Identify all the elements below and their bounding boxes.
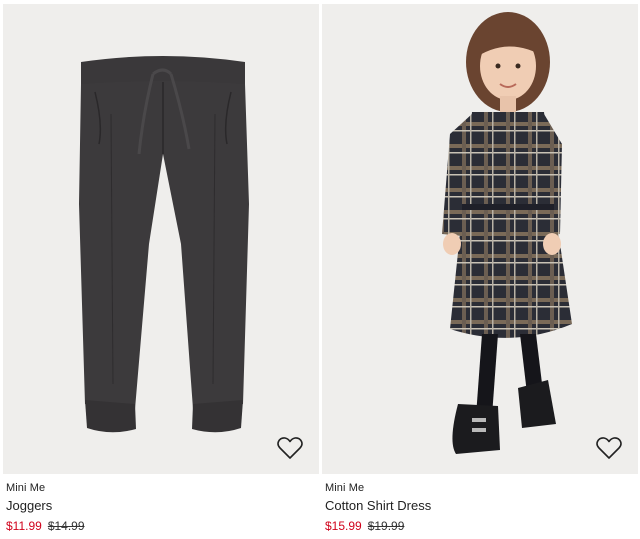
joggers-photo [79,56,249,433]
product-name[interactable]: Cotton Shirt Dress [325,498,635,514]
product-image-joggers[interactable] [3,4,319,474]
original-price: $19.99 [367,519,405,533]
product-info: Mini Me Cotton Shirt Dress $15.99 $19.99 [325,481,635,534]
favorite-button[interactable] [596,436,622,460]
favorite-button[interactable] [277,436,303,460]
product-collection: Mini Me [6,482,46,494]
original-price: $14.99 [47,519,85,533]
heart-outline-icon [277,437,303,459]
product-collection: Mini Me [325,482,365,494]
heart-outline-icon [596,437,622,459]
shirt-dress-photo [442,12,572,454]
product-image-cotton-shirt-dress[interactable] [322,4,638,474]
sale-price: $15.99 [325,519,362,533]
product-card-cotton-shirt-dress[interactable]: Mini Me Cotton Shirt Dress $15.99 $19.99 [322,0,640,539]
product-prices: $15.99 $19.99 [325,519,635,534]
product-prices: $11.99 $14.99 [6,519,316,534]
product-info: Mini Me Joggers $11.99 $14.99 [6,481,316,534]
product-grid: Mini Me Joggers $11.99 $14.99 Mini Me Co… [0,0,640,539]
product-card-joggers[interactable]: Mini Me Joggers $11.99 $14.99 [3,0,321,539]
product-name[interactable]: Joggers [6,498,316,514]
sale-price: $11.99 [6,519,42,533]
